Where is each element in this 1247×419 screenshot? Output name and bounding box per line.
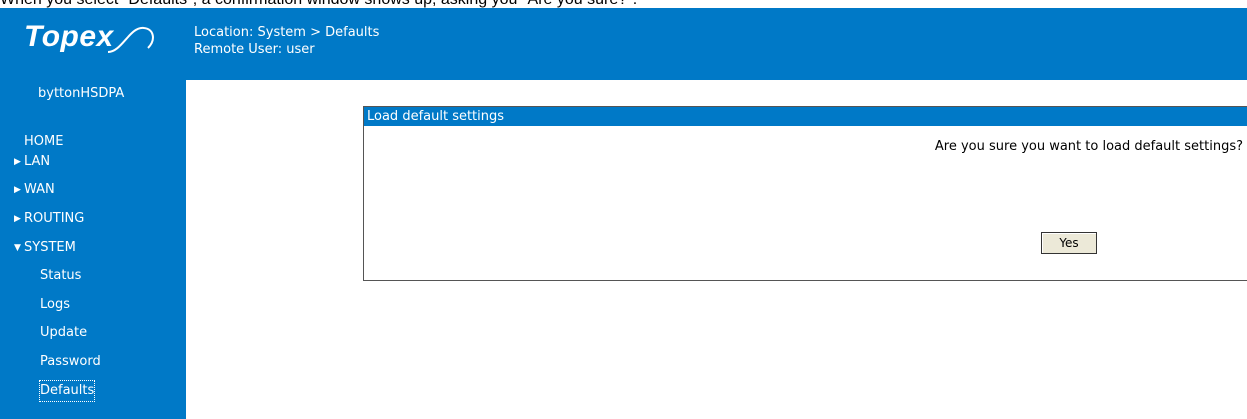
sidebar-item-label: HOME — [24, 134, 64, 149]
sidebar-item-label: ROUTING — [24, 211, 85, 226]
topex-logo: Topex — [24, 20, 184, 60]
triangle-right-icon: ▶ — [14, 185, 21, 195]
sidebar-item-label: LAN — [24, 154, 51, 169]
triangle-right-icon: ▶ — [14, 157, 21, 167]
triangle-down-icon: ▼ — [14, 243, 21, 253]
sidebar-item-system[interactable]: ▼ SYSTEM — [14, 238, 76, 258]
screenshot-caption: When you select "Defaults", a confirmati… — [0, 0, 1247, 8]
sidebar-item-label: WAN — [24, 182, 55, 197]
dialog-title: Load default settings — [364, 107, 1247, 126]
remote-user-label: Remote User: user — [194, 42, 315, 57]
sidebar-subitem-update[interactable]: Update — [40, 323, 87, 343]
sidebar-item-routing[interactable]: ▶ ROUTING — [14, 209, 84, 229]
sidebar-item-label: SYSTEM — [24, 240, 76, 255]
sidebar-subitem-defaults[interactable]: Defaults — [38, 380, 96, 402]
sidebar-subitem-logs[interactable]: Logs — [40, 295, 70, 315]
logo-text: Topex — [24, 20, 114, 53]
sidebar-subitem-status[interactable]: Status — [40, 266, 81, 286]
sidebar-item-wan[interactable]: ▶ WAN — [14, 180, 55, 200]
confirm-question: Are you sure you want to load default se… — [934, 139, 1243, 154]
header-bar: Topex Location: System > Defaults Remote… — [0, 8, 1247, 80]
device-name: byttonHSDPA — [38, 86, 125, 101]
yes-button[interactable]: Yes — [1041, 232, 1097, 254]
breadcrumb: Location: System > Defaults — [194, 25, 380, 40]
location-info: Location: System > Defaults Remote User:… — [194, 24, 379, 58]
sidebar-subitem-password[interactable]: Password — [40, 352, 101, 372]
triangle-right-icon: ▶ — [14, 214, 21, 224]
sidebar-item-lan[interactable]: ▶ LAN — [14, 152, 50, 172]
sidebar: byttonHSDPA HOME ▶ LAN ▶ WAN ▶ ROUTING ▼ SYS… — [0, 80, 186, 419]
logo-swoosh-icon — [107, 26, 154, 53]
sidebar-item-home[interactable]: HOME — [14, 132, 63, 152]
confirm-dialog: Load default settings Are you sure you w… — [363, 106, 1247, 281]
